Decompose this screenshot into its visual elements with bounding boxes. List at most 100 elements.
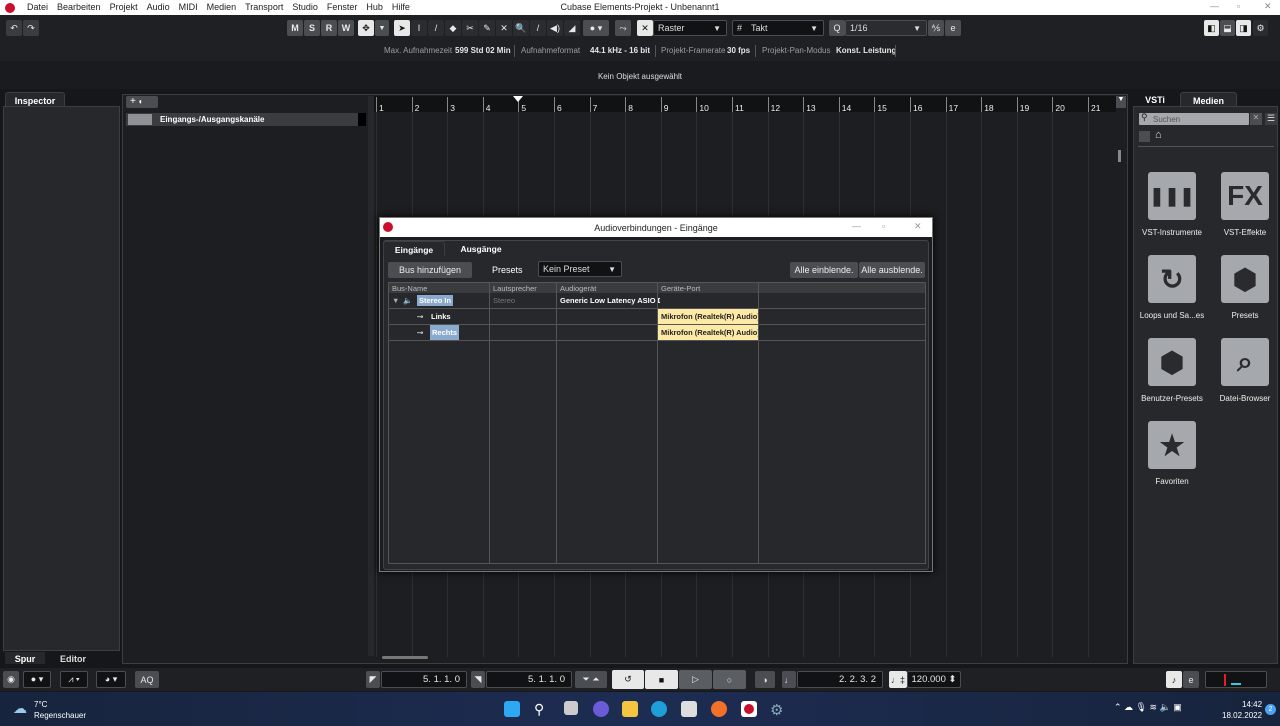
punch-icon[interactable]: ⏷ ⏶ bbox=[575, 671, 607, 688]
piano-icon[interactable]: ❚❚❚ bbox=[1148, 172, 1196, 220]
menu-studio[interactable]: Studio bbox=[292, 2, 318, 12]
right-zone-toggle-icon[interactable]: ◨ bbox=[1236, 20, 1251, 36]
tab-editor[interactable]: Editor bbox=[48, 652, 98, 664]
rec-format-value[interactable]: 44.1 kHz - 16 bit bbox=[590, 46, 650, 55]
midi-record-mode-icon[interactable]: ◕ ▾ bbox=[96, 671, 126, 688]
quantize-select[interactable]: 1/16 ▼ bbox=[845, 20, 927, 36]
write-button[interactable]: W bbox=[338, 20, 354, 36]
loop-icon[interactable]: ↻ bbox=[1148, 255, 1196, 303]
tool-color[interactable]: ◢ bbox=[564, 20, 580, 36]
channel-name[interactable]: Links bbox=[431, 312, 451, 321]
tab-inspector[interactable]: Inspector bbox=[5, 92, 65, 107]
device-port[interactable]: Mikrofon (Realtek(R) Audio) bbox=[658, 309, 758, 324]
edge-icon[interactable] bbox=[651, 701, 667, 717]
column-audiogeraet[interactable]: Audiogerät bbox=[560, 284, 596, 293]
weather-icon[interactable]: ☁ bbox=[13, 700, 27, 717]
menu-datei[interactable]: Datei bbox=[27, 2, 48, 12]
tool-glue[interactable]: ✎ bbox=[479, 20, 495, 36]
weather-temp[interactable]: 7°C bbox=[34, 700, 47, 709]
horizontal-scrollbar[interactable] bbox=[382, 656, 428, 659]
teams-chat-icon[interactable] bbox=[593, 701, 609, 717]
bus-name[interactable]: Stereo In bbox=[417, 295, 454, 306]
left-locator-icon[interactable]: ◤ bbox=[366, 671, 380, 688]
quantize-apply-icon[interactable]: e bbox=[945, 20, 961, 36]
collapse-icon[interactable]: ▼ bbox=[392, 296, 399, 305]
clear-search-icon[interactable]: ✕ bbox=[1250, 113, 1262, 125]
clock-time[interactable]: 14:42 bbox=[1242, 700, 1262, 709]
clock-date[interactable]: 18.02.2022 bbox=[1222, 711, 1262, 720]
autoscroll-icon[interactable]: ✥ bbox=[358, 20, 374, 36]
column-lautsprecher[interactable]: Lautsprecher bbox=[493, 284, 537, 293]
preset-select[interactable]: Kein Preset ▼ bbox=[538, 261, 622, 277]
setup-window-icon[interactable]: ⚙ bbox=[1253, 20, 1268, 36]
tool-play[interactable]: ◀) bbox=[547, 20, 563, 36]
media-item-label[interactable]: Favoriten bbox=[1136, 477, 1208, 486]
media-item-label[interactable]: Benutzer-Presets bbox=[1136, 394, 1208, 403]
track-row[interactable]: Eingangs-/Ausgangskanäle bbox=[126, 113, 366, 126]
hexagons-icon[interactable]: ⬢ bbox=[1221, 255, 1269, 303]
mute-button[interactable]: M bbox=[287, 20, 303, 36]
tool-range[interactable]: I bbox=[411, 20, 427, 36]
redo-button[interactable]: ↷ bbox=[23, 20, 39, 36]
snap-icon[interactable]: ✕ bbox=[637, 20, 653, 36]
menu-hub[interactable]: Hub bbox=[366, 2, 383, 12]
tool-zoom[interactable]: 🔍 bbox=[513, 20, 529, 36]
framerate-value[interactable]: 30 fps bbox=[727, 46, 750, 55]
cubase-taskbar-icon[interactable] bbox=[741, 701, 757, 717]
left-zone-toggle-icon[interactable]: ◧ bbox=[1204, 20, 1219, 36]
read-button[interactable]: R bbox=[321, 20, 337, 36]
cursor-marker-icon[interactable] bbox=[513, 96, 523, 102]
channel-name[interactable]: Rechts bbox=[430, 325, 460, 340]
record-button[interactable]: ○ bbox=[713, 670, 746, 689]
menu-bearbeiten[interactable]: Bearbeiten bbox=[57, 2, 101, 12]
menu-audio[interactable]: Audio bbox=[147, 2, 170, 12]
record-mode-icon[interactable]: ● ▾ bbox=[23, 671, 51, 688]
audio-device[interactable]: Generic Low Latency ASIO D bbox=[560, 296, 660, 305]
tempo-field[interactable]: 120.000 ⬍ bbox=[907, 671, 961, 688]
close-button[interactable]: ✕ bbox=[1264, 1, 1272, 12]
media-item-label[interactable]: Loops und Sa...es bbox=[1136, 311, 1208, 320]
tab-spur[interactable]: Spur bbox=[5, 652, 45, 664]
firefox-icon[interactable] bbox=[711, 701, 727, 717]
fx-icon[interactable]: FX bbox=[1221, 172, 1269, 220]
snap-mode-select[interactable]: Raster ▼ bbox=[653, 20, 727, 36]
collapse-all-button[interactable]: Alle ausblende. bbox=[859, 262, 925, 278]
right-locator-field[interactable]: 5. 1. 1. 0 bbox=[486, 671, 572, 688]
cycle-button[interactable]: ↺ bbox=[612, 670, 644, 689]
tab-vsti[interactable]: VSTi bbox=[1135, 92, 1175, 107]
search-icon[interactable]: ⚲ bbox=[534, 701, 550, 717]
media-item-label[interactable]: VST-Instrumente bbox=[1136, 228, 1208, 237]
menu-midi[interactable]: MIDI bbox=[179, 2, 198, 12]
menu-projekt[interactable]: Projekt bbox=[110, 2, 138, 12]
follow-icon[interactable]: ◑ bbox=[755, 671, 775, 688]
play-button[interactable]: ▷ bbox=[679, 670, 712, 689]
media-item-label[interactable]: Datei-Browser bbox=[1209, 394, 1280, 403]
store-icon[interactable] bbox=[681, 701, 697, 717]
tab-ausgaenge[interactable]: Ausgänge bbox=[450, 244, 512, 254]
stop-button[interactable]: ■ bbox=[645, 670, 678, 689]
solo-button[interactable]: S bbox=[304, 20, 320, 36]
tool-mute[interactable]: ✕ bbox=[496, 20, 512, 36]
close-button[interactable]: ✕ bbox=[914, 221, 922, 232]
quantize-label[interactable]: Q bbox=[829, 20, 845, 36]
add-track-button[interactable]: + ◐ bbox=[126, 96, 158, 108]
lower-zone-toggle-icon[interactable]: ⬓ bbox=[1220, 20, 1235, 36]
undo-button[interactable]: ↶ bbox=[6, 20, 22, 36]
tool-select[interactable]: ➤ bbox=[394, 20, 410, 36]
tracklist-divider[interactable] bbox=[368, 96, 374, 656]
list-view-icon[interactable]: ☰ bbox=[1265, 113, 1277, 125]
minimize-button[interactable]: — bbox=[852, 221, 861, 231]
precount-icon[interactable]: e bbox=[1183, 671, 1199, 688]
auto-quantize-button[interactable]: AQ bbox=[135, 671, 159, 688]
menu-fenster[interactable]: Fenster bbox=[327, 2, 358, 12]
grid-type-select[interactable]: # Takt ▼ bbox=[732, 20, 824, 36]
expand-all-button[interactable]: Alle einblende. bbox=[790, 262, 858, 278]
right-locator-icon[interactable]: ◥ bbox=[471, 671, 485, 688]
position-field[interactable]: 2. 2. 3. 2 bbox=[797, 671, 883, 688]
device-port[interactable]: Mikrofon (Realtek(R) Audio) bbox=[658, 325, 758, 340]
back-button[interactable] bbox=[1139, 131, 1150, 142]
file-explorer-icon[interactable] bbox=[622, 701, 638, 717]
star-icon[interactable]: ★ bbox=[1148, 421, 1196, 469]
activate-project-icon[interactable]: ◉ bbox=[3, 671, 19, 688]
chevron-down-icon[interactable]: ▼ bbox=[375, 20, 389, 36]
